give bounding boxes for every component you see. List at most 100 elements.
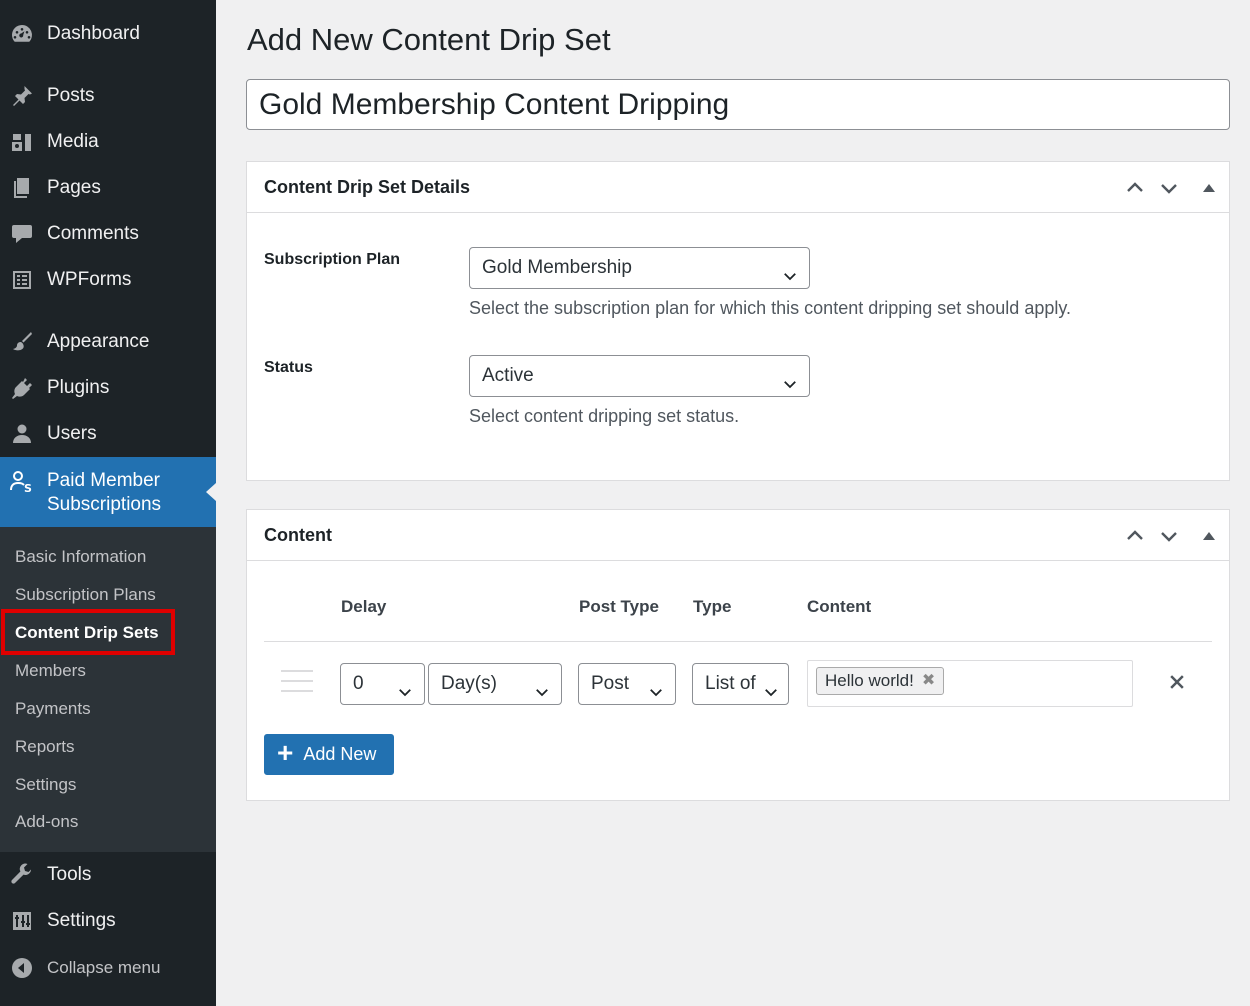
sidebar-item-settings[interactable]: Settings [0, 899, 216, 943]
move-up-icon[interactable] [1123, 176, 1147, 200]
column-header-type: Type [693, 597, 732, 616]
sidebar-item-label: Posts [47, 85, 95, 106]
add-new-button[interactable]: + Add New [264, 734, 394, 775]
sidebar-item-label: Plugins [47, 377, 110, 398]
sidebar-item-label: Paid Member [47, 470, 160, 491]
status-label: Status [264, 359, 313, 376]
submenu-item-reports[interactable]: Reports [15, 737, 75, 757]
drag-handle-icon[interactable] [281, 670, 313, 692]
sidebar-item-pages[interactable]: Pages [0, 166, 216, 210]
submenu-item-members[interactable]: Members [15, 661, 86, 681]
sidebar-item-media[interactable]: Media [0, 120, 216, 164]
sidebar-item-posts[interactable]: Posts [0, 74, 216, 118]
sidebar-item-tools[interactable]: Tools [0, 853, 216, 897]
type-select[interactable]: List of [692, 663, 789, 705]
submenu: Basic Information Subscription Plans Con… [0, 527, 216, 852]
panel-controls [1123, 524, 1215, 548]
submenu-item-basic-information[interactable]: Basic Information [15, 547, 146, 567]
chevron-down-icon [533, 676, 551, 697]
post-type-select[interactable]: Post [578, 663, 676, 705]
sidebar-item-label: Subscriptions [47, 494, 162, 515]
panel-header: Content Drip Set Details [247, 162, 1229, 213]
admin-sidebar: Dashboard Posts Media Pages Comments WPF… [0, 0, 216, 1006]
active-indicator [206, 483, 216, 501]
sidebar-item-label: Media [47, 131, 99, 152]
panel-title: Content Drip Set Details [264, 176, 471, 197]
sidebar-item-label: Users [47, 423, 97, 444]
sidebar-item-dashboard[interactable]: Dashboard [0, 12, 216, 56]
tag-label: Hello world! [825, 671, 914, 690]
forms-icon [9, 267, 35, 293]
wrench-icon [9, 862, 35, 888]
page-title: Add New Content Drip Set [247, 22, 611, 57]
title-input[interactable]: Gold Membership Content Dripping [246, 79, 1230, 130]
content-tag: Hello world! ✖ [816, 667, 945, 695]
select-value: 0 [353, 673, 364, 694]
chevron-down-icon [396, 676, 414, 697]
sidebar-item-plugins[interactable]: Plugins [0, 366, 216, 410]
pages-icon [9, 175, 35, 201]
sidebar-item-paid-member-subscriptions[interactable]: S Paid Member Subscriptions [0, 457, 216, 527]
sidebar-item-wpforms[interactable]: WPForms [0, 258, 216, 302]
remove-tag-icon[interactable]: ✖ [922, 668, 935, 694]
collapse-menu-button[interactable]: Collapse menu [0, 946, 216, 990]
panel-header: Content [247, 510, 1229, 561]
highlight-box [1, 609, 175, 655]
chevron-down-icon [781, 260, 799, 281]
status-select[interactable]: Active [469, 355, 810, 397]
select-value: List of [705, 673, 756, 694]
column-header-post-type: Post Type [579, 597, 659, 616]
sidebar-item-label: WPForms [47, 269, 132, 290]
details-panel: Content Drip Set Details Subscription Pl… [246, 161, 1230, 481]
submenu-item-payments[interactable]: Payments [15, 699, 91, 719]
sidebar-item-label: Dashboard [47, 23, 140, 44]
comment-icon [9, 221, 35, 247]
select-value: Gold Membership [482, 257, 632, 278]
move-down-icon[interactable] [1157, 524, 1181, 548]
chevron-down-icon [762, 676, 780, 697]
subscription-plan-label: Subscription Plan [264, 251, 401, 268]
subscription-plan-select[interactable]: Gold Membership [469, 247, 810, 289]
svg-text:S: S [24, 482, 32, 494]
move-down-icon[interactable] [1157, 176, 1181, 200]
sidebar-item-users[interactable]: Users [0, 412, 216, 456]
members-icon: S [9, 469, 35, 495]
sidebar-item-appearance[interactable]: Appearance [0, 320, 216, 364]
chevron-down-icon [647, 676, 665, 697]
chevron-down-icon [781, 368, 799, 389]
select-value: Post [591, 673, 630, 694]
sidebar-item-comments[interactable]: Comments [0, 212, 216, 256]
select-value: Day(s) [441, 673, 497, 694]
sidebar-item-label: Settings [47, 910, 116, 931]
panel-controls [1123, 176, 1215, 200]
toggle-panel-icon[interactable] [1203, 184, 1215, 192]
settings-icon [9, 908, 35, 934]
status-description: Select content dripping set status. [469, 406, 740, 426]
delay-value-select[interactable]: 0 [340, 663, 425, 705]
submenu-item-settings[interactable]: Settings [15, 775, 76, 795]
delay-unit-select[interactable]: Day(s) [428, 663, 562, 705]
collapse-icon [9, 955, 35, 981]
move-up-icon[interactable] [1123, 524, 1147, 548]
paintbrush-icon [9, 329, 35, 355]
select-value: Active [482, 365, 534, 386]
dashboard-icon [9, 21, 35, 47]
add-new-label: Add New [303, 744, 377, 764]
submenu-item-add-ons[interactable]: Add-ons [15, 812, 78, 832]
panel-title: Content [264, 524, 332, 545]
submenu-item-subscription-plans[interactable]: Subscription Plans [15, 585, 156, 605]
content-panel: Content Delay Post Type Type Content 0 D… [246, 509, 1230, 801]
media-icon [9, 129, 35, 155]
subscription-plan-description: Select the subscription plan for which t… [469, 298, 1072, 318]
column-header-delay: Delay [341, 597, 387, 616]
plugin-icon [9, 375, 35, 401]
column-header-content: Content [807, 597, 872, 616]
content-tag-input[interactable]: Hello world! ✖ [807, 660, 1133, 707]
sidebar-item-label: Appearance [47, 331, 150, 352]
remove-row-icon[interactable] [1167, 672, 1187, 692]
sidebar-item-label: Tools [47, 864, 92, 885]
sidebar-item-label: Pages [47, 177, 101, 198]
sidebar-item-label: Collapse menu [47, 958, 161, 977]
user-icon [9, 421, 35, 447]
toggle-panel-icon[interactable] [1203, 532, 1215, 540]
